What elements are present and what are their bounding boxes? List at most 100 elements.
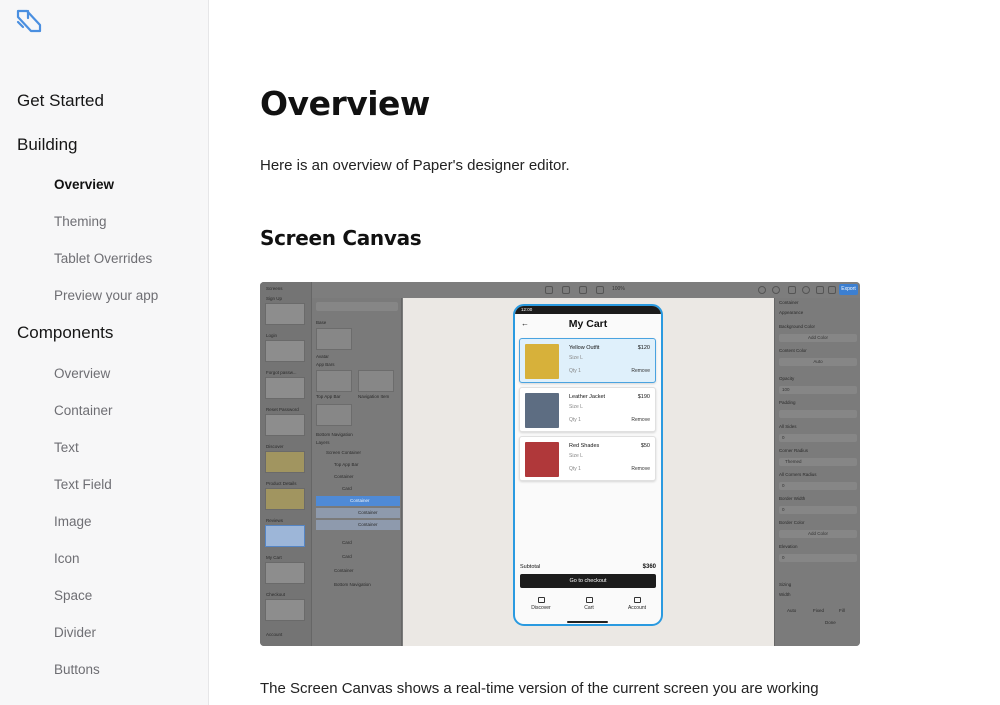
layer-row: Card [342,540,352,545]
product-qty: Qty 1 [569,466,581,472]
component-tile [316,328,352,350]
remove-link: Remove [631,417,650,423]
tab-account: Account [617,594,657,611]
editor-toolbar: 100% Export [260,282,860,298]
panel-title: Container [779,300,799,305]
layers-heading: Layers [316,440,330,445]
component-tile [358,370,394,392]
tab-cart: Cart [569,594,609,611]
layer-row: Top App Bar [334,462,359,467]
nav-item-text-field[interactable]: Text Field [0,466,209,503]
product-name: Red Shades [569,443,600,449]
prop-label: Sizing [779,582,792,587]
prop-field: Auto [779,358,857,366]
layer-row: Screen Container [326,450,362,455]
doc-content: Overview Here is an overview of Paper's … [260,0,1000,705]
product-name: Leather Jacket [569,394,606,400]
nav-item-icon[interactable]: Icon [0,540,209,577]
nav-section-get-started[interactable]: Get Started [0,88,209,114]
prop-label: Background Color [779,324,816,329]
product-price: $50 [640,443,650,449]
screens-panel: Screens Sign Up Login Forgot passw... Re… [260,282,312,646]
nav-item-building-overview[interactable]: Overview [0,166,209,203]
body-paragraph: The Screen Canvas shows a real-time vers… [260,680,819,697]
screen-thumbnail [265,451,305,473]
component-label: Navigation Item [358,394,390,399]
nav-section-building[interactable]: Building [0,132,209,158]
screen-label: Reset Password [266,407,299,412]
page-title: Overview [260,84,430,123]
editor-screenshot: 100% Export Screens Sign Up Login Forgot… [260,282,860,646]
device-web-icon [596,286,604,294]
component-label: Top App Bar [316,394,341,399]
nav-item-space[interactable]: Space [0,577,209,614]
prop-label: Border Width [779,496,806,501]
nav-item-divider[interactable]: Divider [0,614,209,651]
tab-label: Cart [584,605,594,611]
components-layers-panel: Base Avatar App Bars Top App Bar Navigat… [312,298,402,646]
prop-label: All Corners Radius [779,472,817,477]
nav-item-preview-your-app[interactable]: Preview your app [0,277,209,314]
group-label: Bottom Navigation [316,432,353,437]
sizing-option: Fill [839,608,845,613]
subtotal-label: Subtotal [520,564,541,570]
prop-field: 100 [779,386,857,394]
nav-item-buttons[interactable]: Buttons [0,651,209,688]
settings-icon [802,286,810,294]
nav-item-theming[interactable]: Theming [0,203,209,240]
nav-item-tablet-overrides[interactable]: Tablet Overrides [0,240,209,277]
layer-row: Container [334,568,354,573]
nav-item-text[interactable]: Text [0,429,209,466]
layer-row: Container [316,520,400,530]
layer-row: Container [316,508,400,518]
layer-row-selected: Container [316,496,400,506]
product-image [525,344,559,379]
device-tablet-icon [562,286,570,294]
sizing-option: Fixed [813,608,825,613]
nav-item-components-overview[interactable]: Overview [0,355,209,392]
redo-icon [772,286,780,294]
product-price: $190 [637,394,650,400]
prop-label: Appearance [779,310,804,315]
paper-logo-icon[interactable] [15,8,43,34]
bottom-navigation: Discover Cart Account [515,594,661,620]
screen-label: Forgot passw... [266,370,297,375]
screen-thumbnail [265,377,305,399]
layer-row: Card [342,486,352,491]
nav-item-image[interactable]: Image [0,503,209,540]
phone-preview: 12:00 ← My Cart Yellow Outfit Size L Qty… [513,304,663,626]
group-label: Avatar [316,354,329,359]
sizing-option: Auto [787,608,797,613]
layer-row: Card [342,554,352,559]
product-qty: Qty 1 [569,417,581,423]
screens-label: Screens [266,286,283,291]
export-button: Export [839,284,858,295]
screen-title: My Cart [568,318,608,330]
group-label: Base [316,320,327,325]
prop-field: 0 [779,554,857,562]
docs-sidebar: Get Started Building Overview Theming Ta… [0,0,209,705]
cart-item: Yellow Outfit Size L Qty 1 $120 Remove [519,338,656,383]
account-icon [633,597,641,603]
padding-toggle [779,410,857,418]
prop-label: Elevation [779,544,798,549]
home-indicator [567,621,608,623]
prop-field: 0 [779,506,857,514]
prop-field: 0 [779,434,857,442]
screen-thumbnail [265,303,305,325]
nav-section-components[interactable]: Components [0,320,209,346]
section-heading: Screen Canvas [260,226,422,250]
nav-item-container[interactable]: Container [0,392,209,429]
zoom-level: 100% [612,286,625,292]
layer-row: Container [334,474,354,479]
screen-label: Checkout [266,592,286,597]
prop-field: Add Color [779,334,857,342]
component-tile [316,370,352,392]
done-button: Done [825,620,836,625]
checkout-button: Go to checkout [520,574,656,588]
intro-paragraph: Here is an overview of Paper's designer … [260,157,570,174]
screen-thumbnail [265,340,305,362]
screen-thumbnail [265,488,305,510]
product-image [525,393,559,428]
properties-panel: Container Appearance Background Color Ad… [774,298,860,646]
